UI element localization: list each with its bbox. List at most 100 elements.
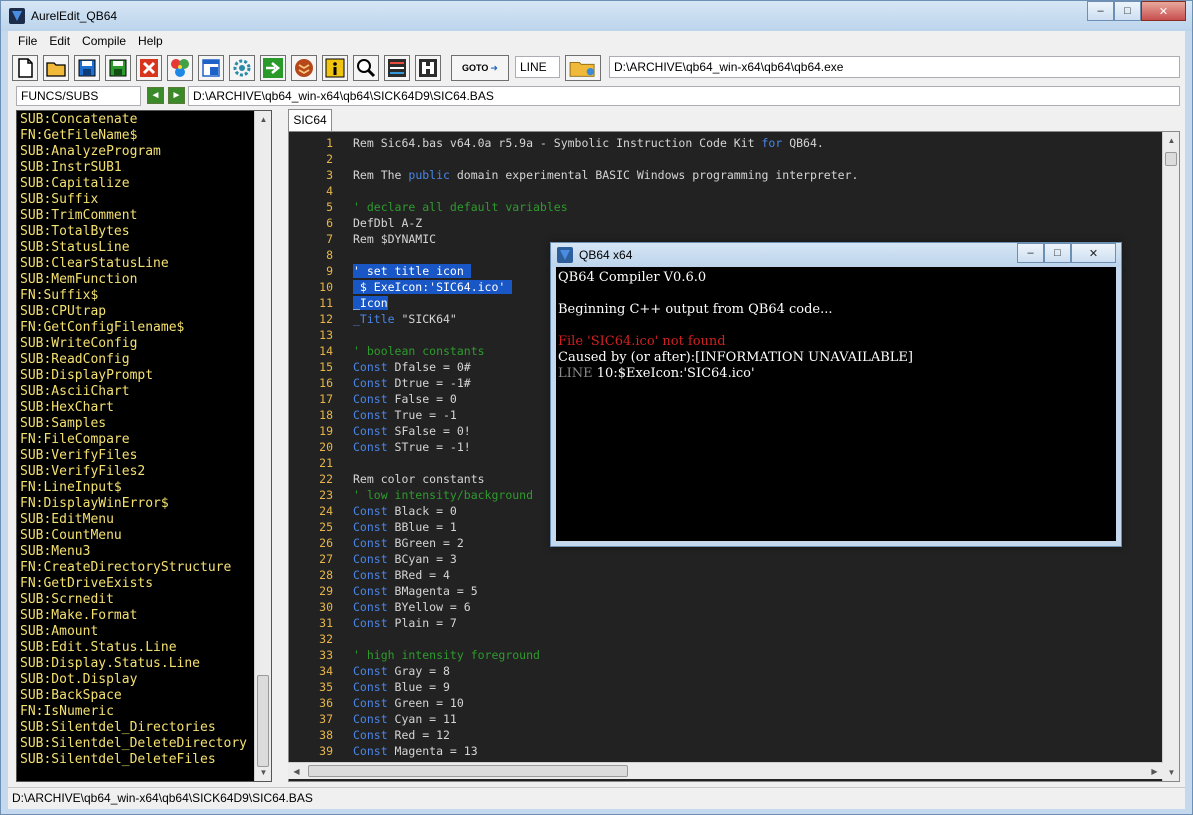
function-list-item[interactable]: SUB:EditMenu — [17, 512, 256, 528]
scroll-thumb[interactable] — [257, 675, 269, 767]
code-line[interactable]: 27 Const BCyan = 3 — [289, 551, 1163, 567]
code-line[interactable]: 34 Const Gray = 8 — [289, 663, 1163, 679]
function-list-item[interactable]: FN:DisplayWinError$ — [17, 496, 256, 512]
code-line[interactable]: 38 Const Red = 12 — [289, 727, 1163, 743]
function-list-item[interactable]: FN:Suffix$ — [17, 288, 256, 304]
code-line[interactable]: 30 Const BYellow = 6 — [289, 599, 1163, 615]
funcs-subs-dropdown[interactable]: FUNCS/SUBS — [16, 86, 141, 106]
scroll-down-icon[interactable]: ▼ — [255, 764, 271, 781]
function-list[interactable]: SUB:Concatenate FN:GetFileName$ SUB:Analyz… — [16, 110, 272, 782]
code-line[interactable]: 29 Const BMagenta = 5 — [289, 583, 1163, 599]
minimize-button[interactable]: – — [1087, 1, 1114, 21]
scroll-down-icon[interactable]: ▼ — [1163, 764, 1179, 781]
settings-button[interactable] — [229, 55, 255, 81]
code-line[interactable]: 36 Const Green = 10 — [289, 695, 1163, 711]
code-line[interactable]: 1 Rem Sic64.bas v64.0a r5.9a - Symbolic I… — [289, 135, 1163, 151]
editor-vscrollbar[interactable]: ▲ ▼ — [1162, 132, 1179, 781]
scroll-left-icon[interactable]: ◀ — [288, 763, 305, 780]
function-list-item[interactable]: SUB:Display.Status.Line — [17, 656, 256, 672]
function-list-item[interactable]: SUB:CPUtrap — [17, 304, 256, 320]
function-list-item[interactable]: SUB:Menu3 — [17, 544, 256, 560]
function-list-item[interactable]: SUB:Concatenate — [17, 112, 256, 128]
source-path-field[interactable]: D:\ARCHIVE\qb64_win-x64\qb64\SICK64D9\SI… — [188, 86, 1180, 106]
code-line[interactable]: 39 Const Magenta = 13 — [289, 743, 1163, 759]
function-list-item[interactable]: SUB:StatusLine — [17, 240, 256, 256]
function-list-item[interactable]: FN:GetDriveExists — [17, 576, 256, 592]
open-folder-button[interactable] — [43, 55, 69, 81]
scroll-up-icon[interactable]: ▲ — [255, 111, 271, 128]
save-all-button[interactable] — [105, 55, 131, 81]
menu-file[interactable]: File — [12, 34, 43, 48]
code-line[interactable]: 35 Const Blue = 9 — [289, 679, 1163, 695]
function-list-item[interactable]: SUB:Silentdel_DeleteFiles — [17, 752, 256, 768]
function-list-item[interactable]: SUB:Capitalize — [17, 176, 256, 192]
function-list-item[interactable]: SUB:MemFunction — [17, 272, 256, 288]
function-list-item[interactable]: SUB:CountMenu — [17, 528, 256, 544]
function-list-item[interactable]: SUB:Silentdel_DeleteDirectory — [17, 736, 256, 752]
function-list-item[interactable]: FN:FileCompare — [17, 432, 256, 448]
function-list-item[interactable]: SUB:Dot.Display — [17, 672, 256, 688]
function-list-scrollbar[interactable]: ▲ ▼ — [254, 111, 271, 781]
function-list-item[interactable]: FN:LineInput$ — [17, 480, 256, 496]
function-list-item[interactable]: FN:GetFileName$ — [17, 128, 256, 144]
menu-help[interactable]: Help — [132, 34, 169, 48]
function-list-item[interactable]: SUB:Amount — [17, 624, 256, 640]
scroll-up-icon[interactable]: ▲ — [1163, 132, 1179, 149]
function-list-item[interactable]: SUB:ReadConfig — [17, 352, 256, 368]
code-line[interactable]: 33 ' high intensity foreground — [289, 647, 1163, 663]
close-button[interactable]: ✕ — [1071, 243, 1116, 263]
exe-folder-button[interactable] — [565, 55, 601, 81]
line-number-input[interactable]: LINE — [515, 56, 560, 78]
info-button[interactable] — [322, 55, 348, 81]
function-list-item[interactable]: FN:IsNumeric — [17, 704, 256, 720]
function-list-item[interactable]: SUB:Make.Format — [17, 608, 256, 624]
build-button[interactable] — [291, 55, 317, 81]
new-file-button[interactable] — [12, 55, 38, 81]
function-list-item[interactable]: SUB:VerifyFiles2 — [17, 464, 256, 480]
maximize-button[interactable]: □ — [1044, 243, 1071, 263]
code-line[interactable]: 3 Rem The public domain experimental BASI… — [289, 167, 1163, 183]
code-line[interactable]: 5 ' declare all default variables — [289, 199, 1163, 215]
scroll-thumb[interactable] — [308, 765, 628, 777]
export-button[interactable] — [198, 55, 224, 81]
code-line[interactable]: 28 Const BRed = 4 — [289, 567, 1163, 583]
code-line[interactable]: 37 Const Cyan = 11 — [289, 711, 1163, 727]
tab-sic64[interactable]: SIC64 — [288, 109, 332, 131]
menu-compile[interactable]: Compile — [76, 34, 132, 48]
exe-path-field[interactable]: D:\ARCHIVE\qb64_win-x64\qb64\qb64.exe — [609, 56, 1180, 78]
menu-edit[interactable]: Edit — [43, 34, 76, 48]
function-list-item[interactable]: SUB:VerifyFiles — [17, 448, 256, 464]
search-button[interactable] — [353, 55, 379, 81]
function-list-item[interactable]: SUB:WriteConfig — [17, 336, 256, 352]
maximize-button[interactable]: □ — [1114, 1, 1141, 21]
scroll-thumb[interactable] — [1165, 152, 1177, 166]
function-list-item[interactable]: SUB:DisplayPrompt — [17, 368, 256, 384]
function-list-item[interactable]: SUB:AsciiChart — [17, 384, 256, 400]
function-list-item[interactable]: SUB:InstrSUB1 — [17, 160, 256, 176]
minimize-button[interactable]: – — [1017, 243, 1044, 263]
color-picker-button[interactable] — [167, 55, 193, 81]
editor-hscrollbar[interactable]: ◀ ▶ — [288, 762, 1163, 779]
next-func-button[interactable]: ► — [168, 87, 185, 104]
code-line[interactable]: 31 Const Plain = 7 — [289, 615, 1163, 631]
function-list-item[interactable]: SUB:Silentdel_Directories — [17, 720, 256, 736]
function-list-item[interactable]: SUB:HexChart — [17, 400, 256, 416]
function-list-item[interactable]: FN:CreateDirectoryStructure — [17, 560, 256, 576]
run-button[interactable] — [260, 55, 286, 81]
code-line[interactable]: 4 — [289, 183, 1163, 199]
function-list-item[interactable]: FN:GetConfigFilename$ — [17, 320, 256, 336]
list-button[interactable] — [384, 55, 410, 81]
function-list-item[interactable]: SUB:Scrnedit — [17, 592, 256, 608]
format-button[interactable] — [415, 55, 441, 81]
delete-button[interactable] — [136, 55, 162, 81]
function-list-item[interactable]: SUB:TrimComment — [17, 208, 256, 224]
scroll-right-icon[interactable]: ▶ — [1146, 763, 1163, 780]
function-list-item[interactable]: SUB:Samples — [17, 416, 256, 432]
save-button[interactable] — [74, 55, 100, 81]
compiler-window[interactable]: QB64 x64 – □ ✕ QB64 Compiler V0.6.0 Begin… — [550, 242, 1122, 547]
goto-button[interactable]: GOTO ➜ — [451, 55, 509, 81]
function-list-item[interactable]: SUB:Suffix — [17, 192, 256, 208]
function-list-item[interactable]: SUB:BackSpace — [17, 688, 256, 704]
prev-func-button[interactable]: ◄ — [147, 87, 164, 104]
function-list-item[interactable]: SUB:AnalyzeProgram — [17, 144, 256, 160]
